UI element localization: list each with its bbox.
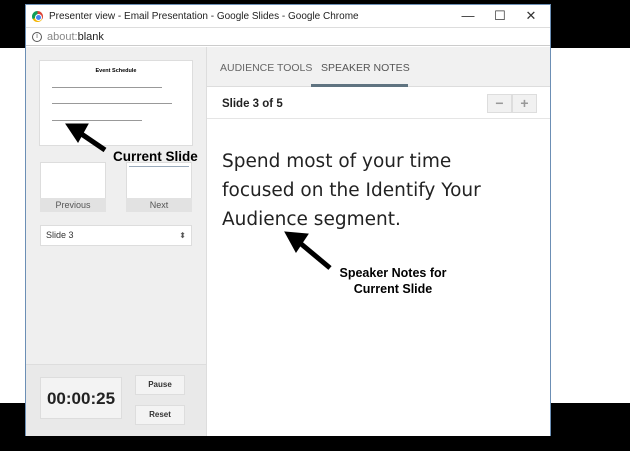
current-slide-annotation: Current Slide	[113, 149, 198, 164]
arrow-icon	[284, 231, 332, 270]
arrow-icon	[65, 123, 107, 153]
annotation-arrows	[65, 123, 332, 270]
speaker-notes-annotation: Speaker Notes for Current Slide	[339, 266, 447, 296]
